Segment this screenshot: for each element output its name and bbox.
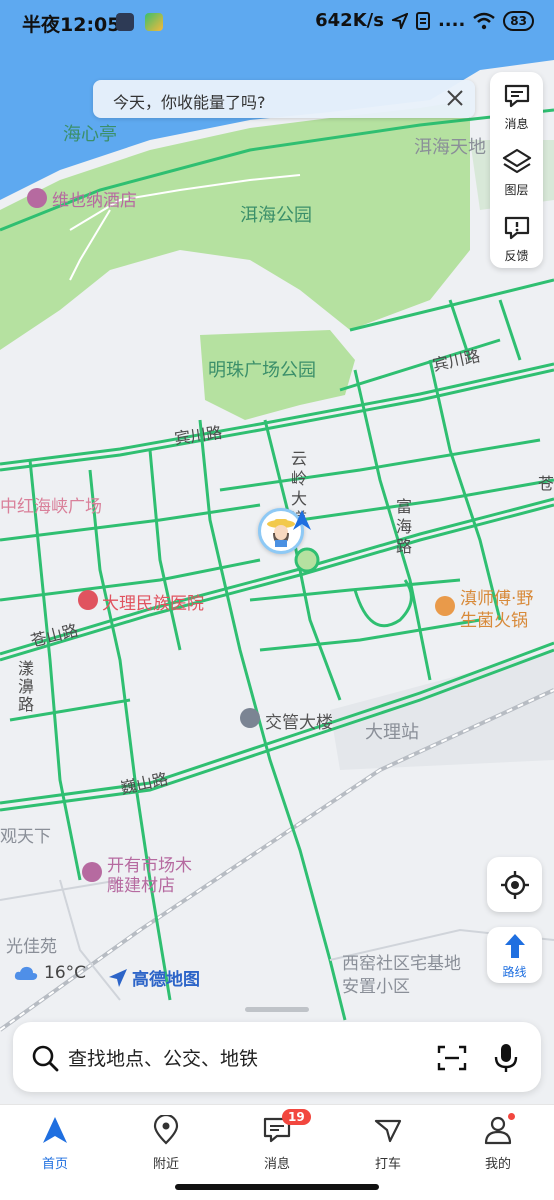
search-placeholder: 查找地点、公交、地铁: [68, 1048, 259, 1070]
map-label-fuhai[interactable]: 富海路: [390, 498, 414, 558]
map-label-weishan[interactable]: 巍山路: [118, 765, 170, 798]
profile-dot: [508, 1113, 515, 1120]
nav-home[interactable]: 首页: [15, 1115, 95, 1172]
route-button-label: 路线: [502, 965, 527, 979]
app-notification-icon: [116, 13, 164, 35]
cloud-icon: [14, 966, 38, 980]
shop-icon: [82, 862, 102, 882]
layers-icon: [502, 148, 531, 174]
drag-handle[interactable]: [245, 1007, 309, 1012]
nav-profile[interactable]: 我的: [458, 1113, 538, 1172]
notice-text: 今天，你收能量了吗?: [113, 93, 266, 112]
battery-indicator: 83: [503, 10, 534, 31]
nav-messages[interactable]: 19 消息: [237, 1109, 317, 1172]
signal-dots: ....: [437, 10, 466, 31]
brand-logo: 高德地图: [108, 965, 200, 990]
map-label-guangjia[interactable]: 光佳苑: [6, 932, 57, 957]
status-right: 642K/s .... 83: [315, 10, 534, 31]
weather-widget[interactable]: 16°C: [14, 963, 86, 983]
map-label-guantianxia[interactable]: 观天下: [0, 822, 51, 847]
map-labels: 海心亭 洱海天地 维也纳酒店 洱海公园 明珠广场公园 宾川路 宾川路 中红海峡广…: [0, 0, 554, 1199]
map-label-weiyena[interactable]: 维也纳酒店: [52, 186, 137, 211]
taxi-icon: [374, 1119, 402, 1143]
hotel-icon: [27, 188, 47, 208]
wifi-icon: [473, 12, 496, 29]
notice-banner[interactable]: 今天，你收能量了吗?: [93, 80, 475, 118]
pin-icon: [153, 1113, 179, 1145]
restaurant-icon: [435, 596, 455, 616]
layers-button-label: 图层: [504, 183, 529, 197]
sim-icon: [415, 11, 430, 30]
map-label-xiyao[interactable]: 西窑社区宅基地安置小区: [342, 953, 472, 999]
map-label-cangshan[interactable]: 苍山路: [28, 617, 80, 652]
heading-arrow-icon: [293, 510, 311, 530]
weather-temp: 16°C: [44, 963, 87, 983]
map-label-yangbi[interactable]: 漾濞路: [12, 660, 36, 714]
message-button-label: 消息: [504, 117, 529, 131]
feedback-button[interactable]: 反馈: [490, 204, 543, 268]
nav-messages-label: 消息: [263, 1157, 290, 1172]
feedback-icon: [504, 216, 529, 240]
map-label-kaiyou[interactable]: 开有市场木雕建材店: [107, 856, 207, 896]
message-button[interactable]: 消息: [490, 72, 543, 136]
status-bar: 半夜12:05 642K/s .... 83: [0, 0, 554, 46]
hospital-icon: [78, 590, 98, 610]
map-label-mingzhu-park[interactable]: 明珠广场公园: [208, 356, 316, 382]
side-toolbar: 消息 图层 反馈: [490, 72, 543, 268]
map-label-haixinting[interactable]: 海心亭: [63, 120, 117, 146]
layers-button[interactable]: 图层: [490, 138, 543, 202]
message-badge: 19: [282, 1109, 311, 1125]
nav-home-label: 首页: [41, 1157, 68, 1172]
amap-logo-icon: [109, 968, 127, 987]
location-arrow-icon: [391, 12, 408, 29]
close-icon[interactable]: [443, 86, 467, 110]
nav-taxi[interactable]: 打车: [348, 1115, 428, 1172]
map-label-cang-right[interactable]: 苍: [538, 470, 554, 494]
nav-profile-label: 我的: [484, 1157, 511, 1172]
feedback-button-label: 反馈: [504, 249, 529, 263]
map-label-dali-station[interactable]: 大理站: [365, 718, 419, 744]
map-label-binchuan-1[interactable]: 宾川路: [430, 342, 482, 375]
clock: 半夜12:05: [22, 14, 121, 36]
map-label-erhai-park[interactable]: 洱海公园: [240, 201, 312, 227]
search-bar[interactable]: 查找地点、公交、地铁: [13, 1022, 541, 1092]
map-label-jiaoguan[interactable]: 交管大楼: [265, 708, 333, 733]
map-label-hotpot[interactable]: 滇师傅·野生菌火锅: [460, 588, 550, 632]
net-speed: 642K/s: [315, 10, 384, 31]
route-arrow-icon: [504, 934, 525, 958]
map-label-erhaitian[interactable]: 洱海天地: [414, 133, 486, 159]
home-arrow-icon: [43, 1117, 67, 1143]
map-label-binchuan-2[interactable]: 宾川路: [173, 419, 224, 449]
nav-nearby-label: 附近: [152, 1157, 179, 1172]
map-label-hongshan[interactable]: 中红海峡广场: [0, 492, 102, 517]
home-indicator[interactable]: [175, 1184, 379, 1190]
brand-name: 高德地图: [132, 970, 200, 990]
scan-icon[interactable]: [437, 1044, 467, 1072]
locate-button[interactable]: [487, 857, 542, 912]
map-label-hospital[interactable]: 大理民族医院: [102, 589, 204, 614]
locate-icon: [501, 871, 529, 899]
microphone-icon[interactable]: [494, 1042, 518, 1074]
route-button[interactable]: 路线: [487, 927, 542, 983]
search-icon: [32, 1045, 59, 1072]
nav-taxi-label: 打车: [374, 1157, 401, 1172]
government-icon: [240, 708, 260, 728]
message-icon: [504, 84, 529, 108]
nav-nearby[interactable]: 附近: [126, 1113, 206, 1172]
person-icon: [484, 1116, 512, 1145]
